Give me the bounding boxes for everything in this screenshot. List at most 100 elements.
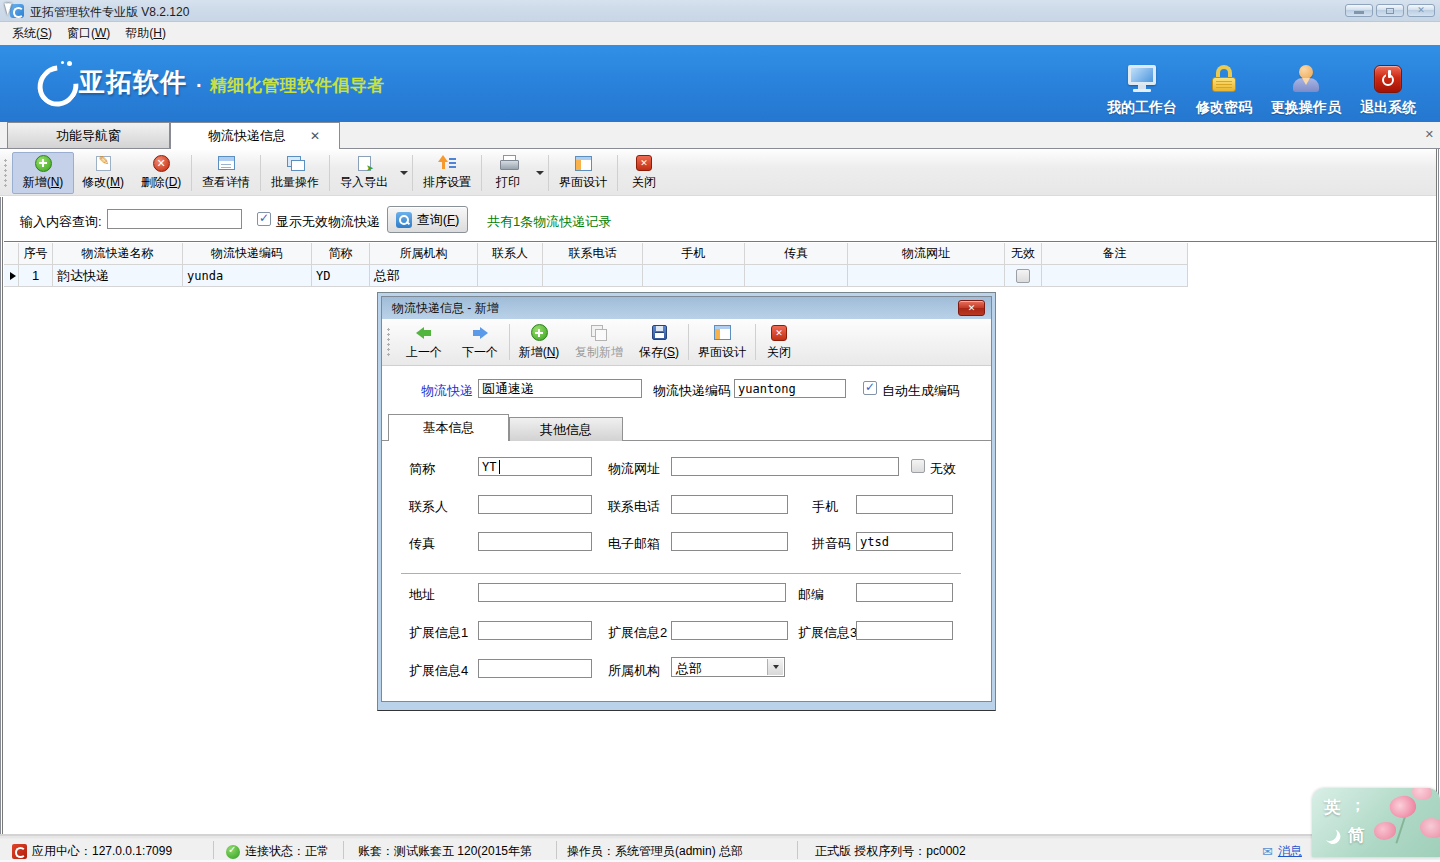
combo-dropdown-icon[interactable] xyxy=(767,659,783,675)
header-fax[interactable]: 传真 xyxy=(745,243,848,265)
website-input[interactable] xyxy=(671,457,899,476)
flower-stem xyxy=(1395,814,1406,843)
close-button[interactable]: ✕ xyxy=(1407,4,1435,17)
prev-arrow-icon xyxy=(416,327,432,339)
save-icon xyxy=(652,325,667,340)
query-input[interactable] xyxy=(107,209,242,229)
delete-button[interactable]: 删除(D) xyxy=(132,152,190,194)
header-mobile[interactable]: 手机 xyxy=(643,243,745,265)
dialog-add-button[interactable]: 新增(N) xyxy=(511,320,567,364)
text-cursor xyxy=(499,460,500,474)
power-icon xyxy=(1374,65,1402,93)
fax-input[interactable] xyxy=(478,532,592,551)
express-code-input[interactable] xyxy=(734,379,846,398)
ext3-input[interactable] xyxy=(856,621,953,640)
pinyin-label: 拼音码 xyxy=(812,535,851,553)
header-invalid[interactable]: 无效 xyxy=(1005,243,1042,265)
prev-button[interactable]: 上一个 xyxy=(396,320,452,364)
save-button[interactable]: 保存(S) xyxy=(631,320,687,364)
abbr-input[interactable] xyxy=(478,457,592,476)
lang-en-text[interactable]: 英 xyxy=(1324,796,1341,819)
close-tab-button[interactable]: 关闭 xyxy=(619,152,669,194)
change-password-button[interactable]: 修改密码 xyxy=(1183,65,1265,117)
exit-system-button[interactable]: 退出系统 xyxy=(1347,65,1429,117)
dialog-toolbar: 上一个 下一个 新增(N) 复制新增 保存(S) 界面设计 关闭 xyxy=(382,319,992,366)
tab-basic-info[interactable]: 基本信息 xyxy=(388,414,509,441)
phone-input[interactable] xyxy=(671,495,788,514)
edit-button[interactable]: 修改(M) xyxy=(74,152,132,194)
ext2-input[interactable] xyxy=(671,621,788,640)
contact-input[interactable] xyxy=(478,495,592,514)
search-button[interactable]: 查询(F) xyxy=(387,206,468,233)
maximize-button[interactable] xyxy=(1376,4,1404,17)
header-code[interactable]: 物流快递编码 xyxy=(183,243,312,265)
ext4-input[interactable] xyxy=(478,659,592,678)
invalid-dialog-checkbox[interactable] xyxy=(911,459,925,473)
view-detail-button[interactable]: 查看详情 xyxy=(193,152,259,194)
menu-system[interactable]: 系统(S) xyxy=(12,25,52,42)
dialog-close-toolbar-button[interactable]: 关闭 xyxy=(757,320,801,364)
menu-window[interactable]: 窗口(W) xyxy=(67,25,110,42)
header-name[interactable]: 物流快递名称 xyxy=(53,243,183,265)
org-combobox[interactable]: 总部 xyxy=(671,657,785,677)
status-message[interactable]: ✉消息 xyxy=(1262,843,1302,860)
switch-operator-button[interactable]: 更换操作员 xyxy=(1265,65,1347,117)
pinyin-input[interactable] xyxy=(856,532,953,551)
autogen-checkbox[interactable] xyxy=(863,381,877,395)
tabstrip-close-icon[interactable]: ✕ xyxy=(1425,128,1434,141)
copy-add-button[interactable]: 复制新增 xyxy=(567,320,631,364)
import-export-button[interactable]: 导入导出 xyxy=(331,152,397,194)
workbench-button[interactable]: 我的工作台 xyxy=(1101,65,1183,117)
tab-strip: 功能导航窗 物流快递信息 ✕ ✕ xyxy=(0,122,1440,149)
next-button[interactable]: 下一个 xyxy=(452,320,508,364)
tab-nav-window[interactable]: 功能导航窗 xyxy=(7,122,170,148)
print-caret[interactable] xyxy=(533,152,547,194)
zip-input[interactable] xyxy=(856,583,953,602)
email-input[interactable] xyxy=(671,532,788,551)
header-website[interactable]: 物流网址 xyxy=(848,243,1005,265)
cell-fax xyxy=(745,265,848,287)
table-row[interactable]: 1 韵达快递 yunda YD 总部 xyxy=(3,265,1188,287)
tab-close-icon[interactable]: ✕ xyxy=(310,129,320,143)
header-abbr[interactable]: 简称 xyxy=(312,243,370,265)
batch-operation-button[interactable]: 批量操作 xyxy=(262,152,328,194)
lang-cn-text[interactable]: 简 xyxy=(1348,824,1365,847)
operator-icon xyxy=(1291,65,1321,93)
caret-down-icon xyxy=(536,171,544,175)
language-overlay[interactable]: 英 ； 简 xyxy=(1312,788,1440,857)
tab-express-info[interactable]: 物流快递信息 ✕ xyxy=(170,122,340,149)
ext2-label: 扩展信息2 xyxy=(608,624,667,642)
magnifier-icon xyxy=(396,212,412,228)
add-icon xyxy=(531,324,548,341)
header-seq[interactable]: 序号 xyxy=(19,243,53,265)
minimize-button[interactable] xyxy=(1345,4,1373,17)
address-input[interactable] xyxy=(478,583,786,602)
print-button[interactable]: 打印 xyxy=(483,152,533,194)
form-divider xyxy=(401,573,961,574)
header-remark[interactable]: 备注 xyxy=(1042,243,1188,265)
menu-help[interactable]: 帮助(H) xyxy=(125,25,166,42)
dialog-close-button[interactable]: ✕ xyxy=(958,300,985,316)
express-input[interactable] xyxy=(478,379,642,398)
status-app-center: 应用中心：127.0.0.1:7099 xyxy=(12,843,172,860)
tab-other-info[interactable]: 其他信息 xyxy=(509,417,623,441)
dialog-ui-design-button[interactable]: 界面设计 xyxy=(690,320,754,364)
cell-code: yunda xyxy=(183,265,312,287)
delete-icon xyxy=(153,155,170,172)
ext1-input[interactable] xyxy=(478,621,592,640)
cell-abbr: YD xyxy=(312,265,370,287)
ui-design-button[interactable]: 界面设计 xyxy=(550,152,616,194)
cell-website xyxy=(848,265,1005,287)
invalid-checkbox[interactable] xyxy=(1016,269,1030,283)
add-button[interactable]: 新增(N) xyxy=(12,152,74,194)
import-export-caret[interactable] xyxy=(397,152,411,194)
table-header-row: 序号 物流快递名称 物流快递编码 简称 所属机构 联系人 联系电话 手机 传真 … xyxy=(3,243,1188,265)
sort-settings-button[interactable]: 排序设置 xyxy=(414,152,480,194)
mobile-input[interactable] xyxy=(856,495,953,514)
menu-bar: 系统(S) 窗口(W) 帮助(H) xyxy=(0,22,1440,45)
header-phone[interactable]: 联系电话 xyxy=(543,243,643,265)
lang-punct: ； xyxy=(1350,796,1365,815)
header-org[interactable]: 所属机构 xyxy=(370,243,478,265)
show-invalid-checkbox[interactable] xyxy=(257,212,271,226)
header-contact[interactable]: 联系人 xyxy=(478,243,543,265)
